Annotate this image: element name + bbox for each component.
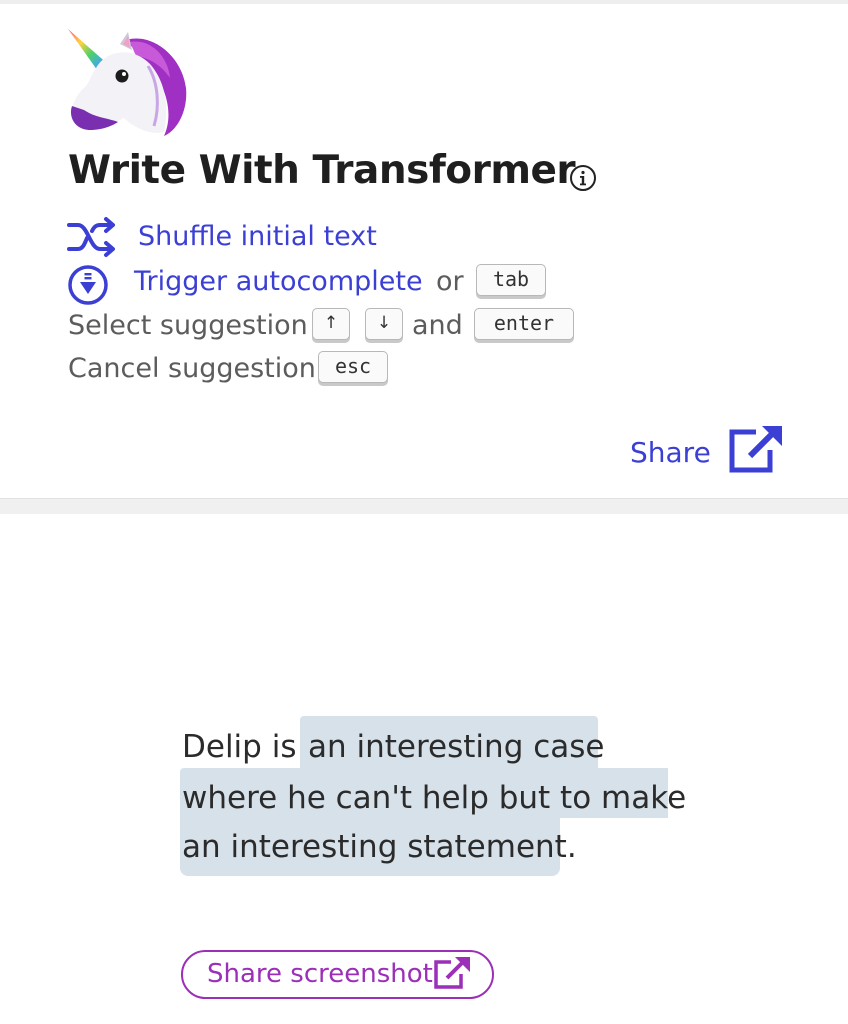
select-suggestion-label: Select suggestion — [68, 310, 308, 341]
prompt-text: Delip is — [182, 729, 297, 765]
info-icon[interactable] — [568, 163, 598, 193]
trigger-autocomplete-link[interactable]: Trigger autocomplete — [134, 266, 423, 297]
share-link[interactable]: Share — [630, 436, 711, 469]
external-link-icon — [434, 957, 470, 989]
completion-line-1: an interesting case — [308, 729, 605, 765]
esc-key: esc — [318, 351, 388, 383]
shuffle-icon[interactable] — [66, 216, 118, 258]
external-link-icon[interactable] — [728, 424, 784, 474]
section-divider — [0, 498, 848, 514]
tab-key: tab — [476, 264, 546, 296]
completion-line-2: where he can't help but to make — [182, 780, 687, 816]
unicorn-logo-icon — [68, 29, 187, 137]
completion-line-3: an interesting statement. — [182, 829, 577, 865]
share-screenshot-label: Share screenshot — [207, 959, 433, 989]
or-text: or — [436, 266, 464, 297]
enter-key: enter — [474, 308, 574, 340]
share-screenshot-button[interactable]: Share screenshot — [181, 950, 494, 999]
and-text: and — [412, 310, 463, 341]
page-title: Write With Transformer — [68, 148, 576, 193]
up-arrow-key: ↑ — [312, 308, 350, 340]
cancel-suggestion-label: Cancel suggestion — [68, 353, 316, 384]
shuffle-initial-text-link[interactable]: Shuffle initial text — [138, 221, 377, 252]
down-arrow-key: ↓ — [365, 308, 403, 340]
download-circle-icon[interactable] — [67, 264, 109, 306]
